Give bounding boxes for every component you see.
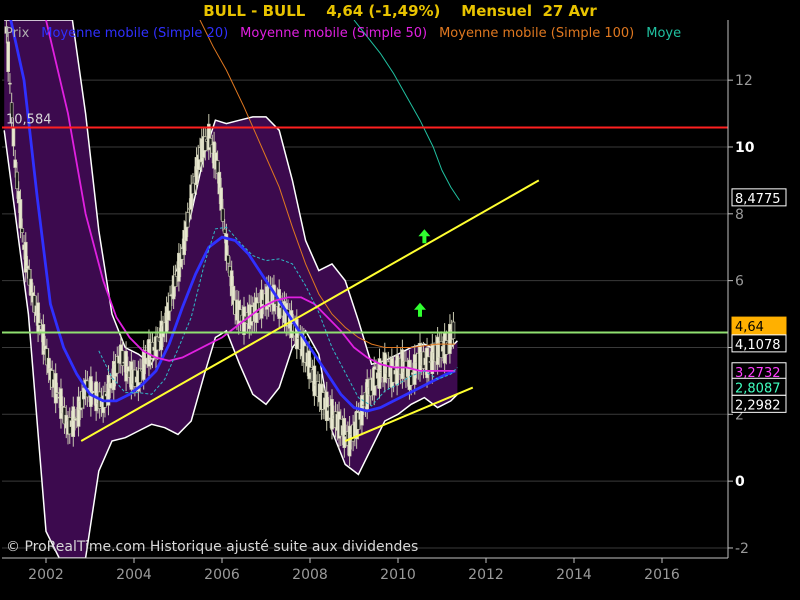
axes: -202468101220022004200620082010201220142… xyxy=(2,20,755,583)
y-tick-label: 6 xyxy=(735,274,744,290)
price-candle xyxy=(71,406,76,437)
price-candle xyxy=(13,159,17,168)
upper-trendline xyxy=(80,179,540,442)
price-candle xyxy=(20,228,25,233)
y-tick-label: 8 xyxy=(735,207,744,223)
y-tick-label: 0 xyxy=(735,474,745,490)
price-candle xyxy=(59,388,63,419)
price-candle xyxy=(168,295,172,312)
price-candle xyxy=(221,208,225,222)
price-candle xyxy=(451,321,456,340)
price-candle xyxy=(219,187,223,211)
x-tick-label: 2014 xyxy=(556,567,592,583)
price-candle xyxy=(124,350,128,382)
up-arrow-icon xyxy=(414,302,426,317)
price-candle xyxy=(409,369,414,386)
price-candle xyxy=(36,302,40,333)
y-tick-label: 12 xyxy=(735,73,753,89)
price-candle xyxy=(215,160,220,174)
price-candle xyxy=(330,398,334,430)
legend-item: Prix xyxy=(5,26,30,41)
trendlines xyxy=(80,179,540,442)
price-candle xyxy=(73,418,77,421)
value-label: 8,4775 xyxy=(735,192,781,207)
price-candle xyxy=(18,199,23,229)
value-label: 2,8087 xyxy=(735,381,781,396)
price-candle xyxy=(8,82,12,85)
legend: Prix Moyenne mobile (Simple 20) Moyenne mo… xyxy=(5,26,681,41)
x-tick-label: 2010 xyxy=(380,567,416,583)
value-label: 2,2982 xyxy=(735,398,781,413)
legend-item: Moyenne mobile (Simple 50) xyxy=(240,26,427,41)
signal-arrows xyxy=(414,229,431,317)
series-moye xyxy=(353,20,461,201)
price-candle xyxy=(38,322,42,326)
price-candle xyxy=(108,382,113,389)
x-tick-label: 2004 xyxy=(116,567,152,583)
price-candle xyxy=(11,127,16,147)
price-candle xyxy=(191,182,195,194)
price-candle xyxy=(6,41,10,72)
value-label: 4,64 xyxy=(735,320,764,335)
x-tick-label: 2002 xyxy=(28,567,64,583)
legend-item: Moyenne mobile (Simple 100) xyxy=(439,26,634,41)
price-candle xyxy=(55,392,60,395)
price-candle xyxy=(141,349,146,380)
up-arrow-icon xyxy=(418,229,431,244)
price-candle xyxy=(15,171,19,190)
price-candle xyxy=(25,265,30,269)
price-candle xyxy=(222,228,227,234)
price-candle xyxy=(342,418,347,449)
price-candle xyxy=(426,356,431,372)
price-chart[interactable]: 10,584 -20246810122002200420062008201020… xyxy=(0,0,800,600)
x-tick-label: 2012 xyxy=(468,567,504,583)
y-tick-label: -2 xyxy=(735,541,749,557)
price-candle xyxy=(324,391,329,421)
price-candle xyxy=(53,373,58,404)
x-tick-label: 2006 xyxy=(204,567,240,583)
price-candle xyxy=(312,365,317,397)
legend-item: Moyenne mobile (Simple 20) xyxy=(41,26,228,41)
price-candle xyxy=(185,212,190,228)
x-tick-label: 2008 xyxy=(292,567,328,583)
price-candle xyxy=(226,255,230,264)
price-candle xyxy=(307,350,311,380)
value-label: 4,1078 xyxy=(735,338,781,353)
copyright-notice: © ProRealTime.com Historique ajusté suit… xyxy=(6,539,419,555)
x-tick-label: 2016 xyxy=(644,567,680,583)
price-candle xyxy=(347,425,352,457)
y-tick-label: 10 xyxy=(735,140,755,156)
legend-item: Moye xyxy=(646,26,681,41)
resistance-10-584-label: 10,584 xyxy=(6,112,52,127)
